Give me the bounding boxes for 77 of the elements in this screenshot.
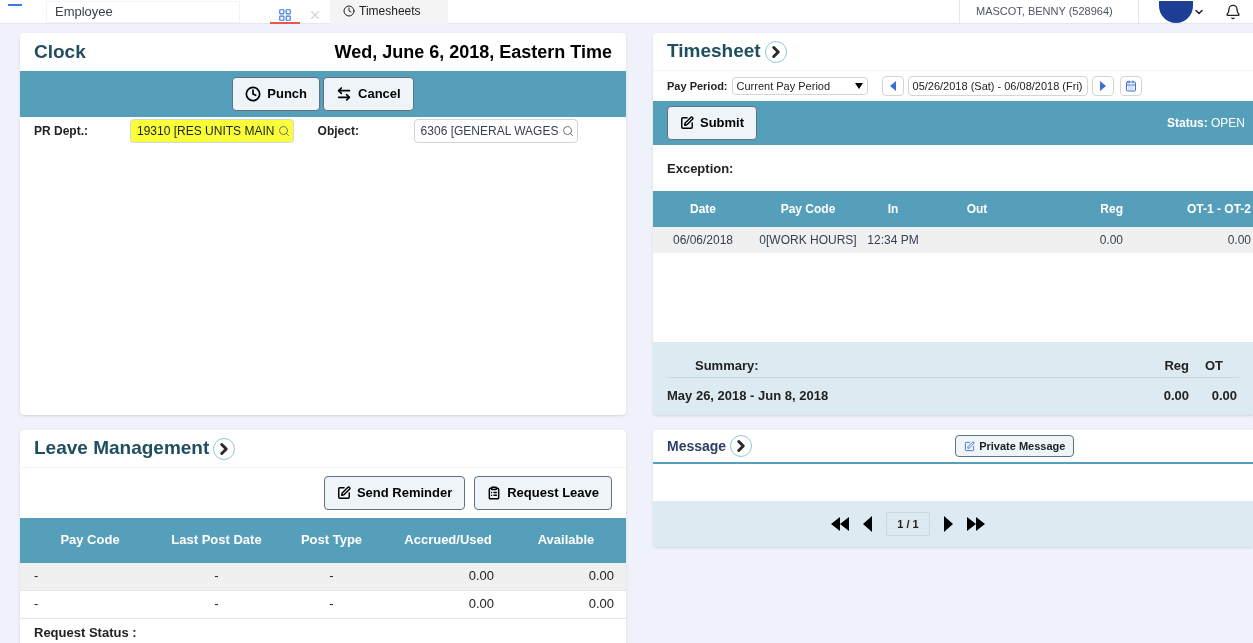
previous-button[interactable]	[881, 76, 904, 96]
column-header: Pay Code	[779, 200, 837, 218]
dropdown-icon	[854, 83, 863, 89]
timesheets-tab[interactable]: Timesheets	[330, 0, 448, 24]
table-cell-text: 0.00	[467, 595, 495, 614]
previous-page-icon[interactable]	[863, 516, 872, 532]
column-header: Pay Code	[59, 531, 121, 550]
field-label: Object:	[317, 123, 360, 140]
table-cell-text: -	[328, 595, 335, 614]
user-name: MASCOT, BENNY (528964)	[959, 0, 1139, 24]
request-status-label: Request Status :	[33, 623, 138, 642]
punch-button[interactable]: Punch	[232, 77, 321, 111]
calendar-icon	[1124, 80, 1137, 92]
summary-period: May 26, 2018 - Jun 8, 2018	[667, 386, 830, 405]
table-cell-text: 0.00	[1098, 231, 1124, 249]
column-header: Out	[965, 200, 989, 218]
date-text: Wed, June 6, 2018, Eastern Time	[334, 40, 612, 64]
next-button[interactable]	[1091, 76, 1114, 96]
field-label: PR Dept.:	[34, 123, 89, 140]
submit-button[interactable]: Submit	[667, 106, 758, 140]
clock-icon	[343, 4, 355, 17]
search-icon	[278, 125, 291, 137]
table-cell-text: -	[213, 595, 220, 614]
column-header: Reg	[1163, 357, 1189, 375]
next-page-icon[interactable]	[944, 516, 953, 532]
search-field[interactable]: Employee	[46, 0, 240, 23]
table-cell-text: 06/06/2018	[671, 231, 735, 249]
grid-icon	[278, 7, 292, 22]
table-cell-text: 0.00	[587, 595, 615, 614]
summary-label: Summary:	[694, 357, 760, 375]
send-reminder-button[interactable]: Send Reminder	[323, 476, 466, 510]
column-header: Accrued/Used	[403, 531, 493, 550]
card-title: Leave Management	[34, 436, 210, 461]
cancel-button[interactable]: Cancel	[323, 77, 414, 111]
column-header: OT	[1203, 357, 1225, 375]
pay-period-label: Pay Period:	[667, 78, 728, 94]
exception-label: Exception:	[666, 160, 735, 178]
lookup-field[interactable]: 6306 [GENERAL WAGES	[413, 119, 578, 143]
table-cell-text: -	[33, 595, 40, 614]
column-header: Available	[536, 531, 596, 550]
column-header: Last Post Date	[170, 531, 263, 550]
column-header: Post Type	[299, 531, 364, 550]
pay-period-select[interactable]: Current Pay Period	[731, 77, 868, 95]
column-header: In	[886, 200, 900, 218]
status-text: Status: OPEN	[1166, 115, 1245, 132]
summary-value: 0.00	[1210, 386, 1238, 405]
clock-icon	[245, 86, 262, 102]
table-cell-text: 12:34 PM	[866, 231, 920, 249]
bell-icon	[1225, 3, 1241, 20]
column-header: Reg	[1099, 200, 1124, 218]
date-range-field[interactable]: 05/26/2018 (Sat) - 06/08/2018 (Fri)	[907, 76, 1088, 96]
first-page-icon[interactable]	[831, 517, 849, 531]
table-cell-text: 0.00	[1226, 231, 1252, 249]
card-title: Timesheet	[667, 39, 761, 64]
card-title: Clock	[34, 39, 86, 64]
lookup-field[interactable]: 19310 [RES UNITS MAIN	[130, 119, 294, 143]
edit-icon	[964, 440, 976, 452]
list-icon	[487, 485, 502, 500]
private-message-button[interactable]: Private Message	[955, 435, 1075, 457]
edit-icon	[336, 485, 351, 500]
request-leave-button[interactable]: Request Leave	[474, 476, 612, 510]
page-indicator: 1 / 1	[886, 512, 930, 536]
swap-arrows-icon	[336, 86, 353, 102]
table-cell-text: 0.00	[467, 567, 495, 586]
summary-value: 0.00	[1162, 386, 1189, 405]
last-page-icon[interactable]	[967, 517, 985, 531]
table-cell-text: 0[WORK HOURS]	[758, 231, 858, 249]
column-header: OT-1 - OT-2	[1186, 200, 1252, 218]
table-cell-text: -	[33, 567, 40, 586]
avatar-icon[interactable]	[1159, 0, 1193, 23]
table-cell-text: -	[328, 567, 335, 586]
table-cell-text: 0.00	[587, 567, 615, 586]
table-cell-text: -	[213, 567, 220, 586]
card-title: Message	[667, 436, 727, 456]
column-header: Date	[689, 200, 717, 218]
search-icon	[562, 125, 575, 137]
calendar-button[interactable]	[1119, 76, 1142, 96]
